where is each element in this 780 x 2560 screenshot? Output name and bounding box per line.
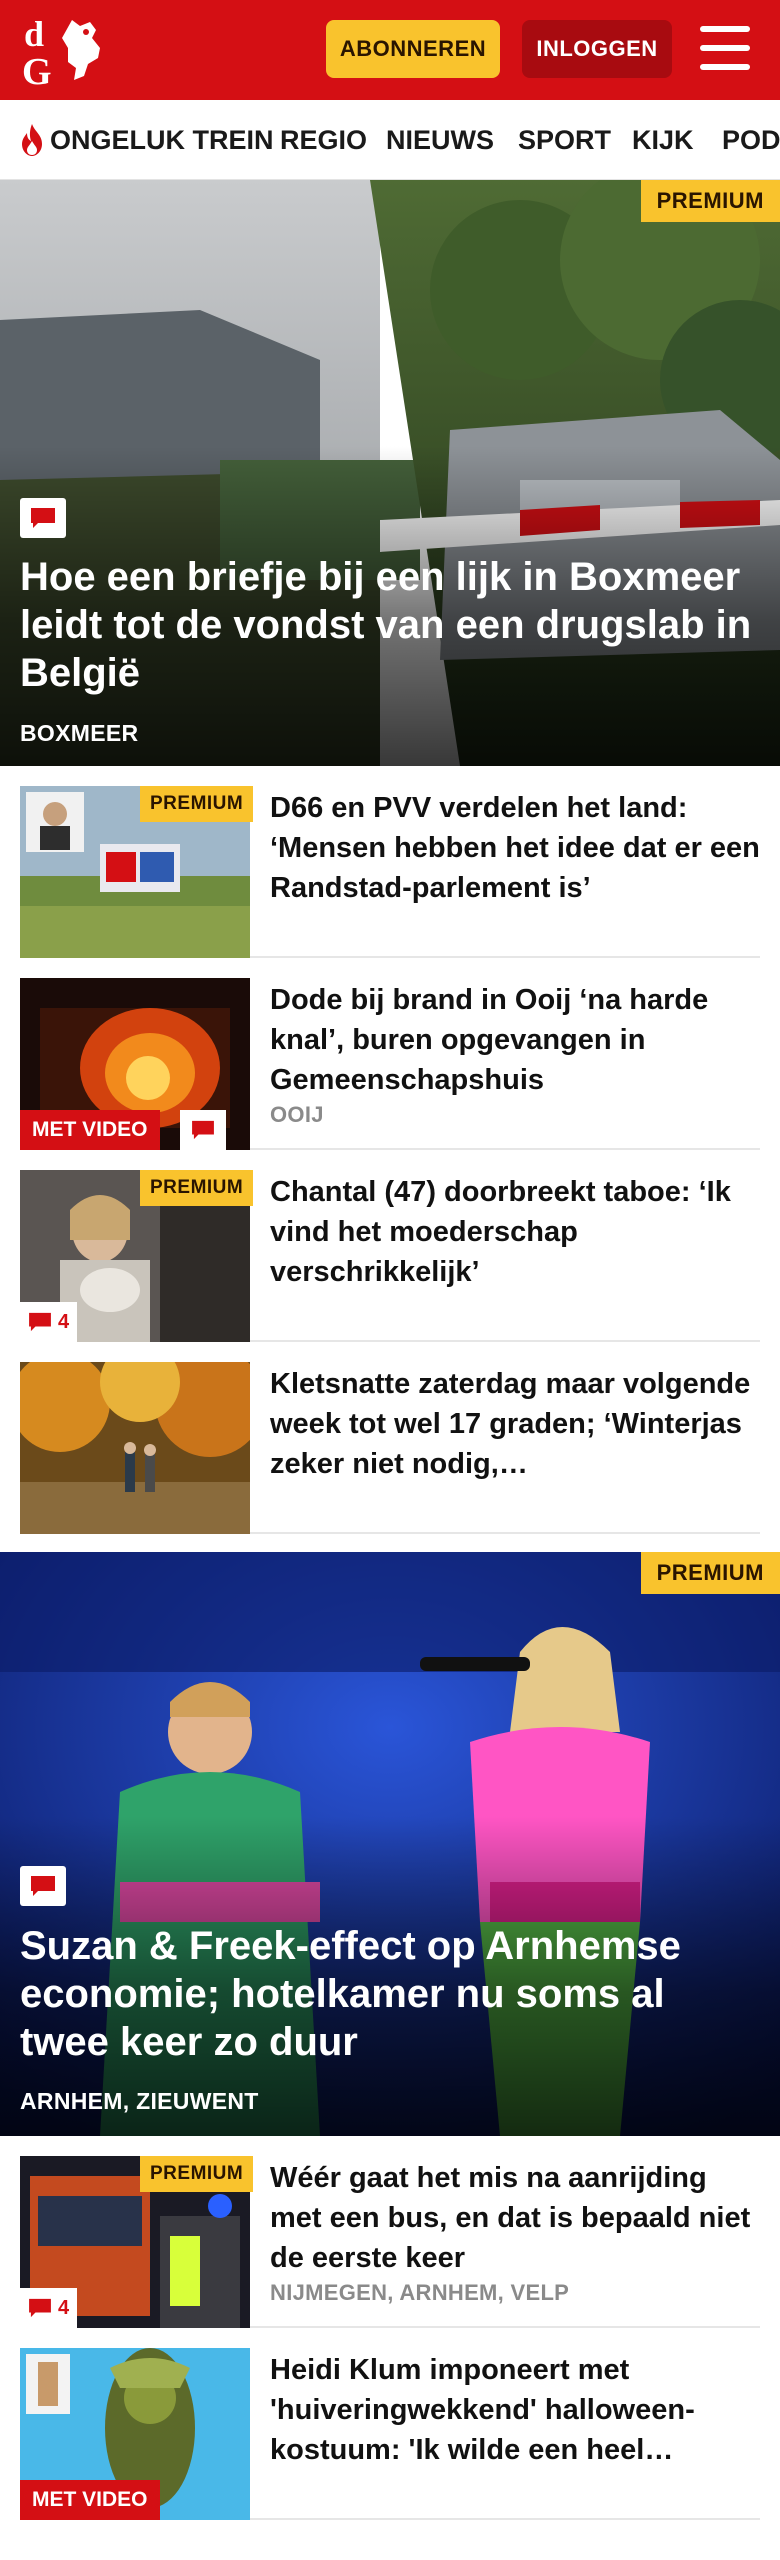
video-badge: MET VIDEO	[20, 2480, 160, 2520]
list-item[interactable]: Kletsnatte zaterdag maar volgende week t…	[20, 1342, 760, 1534]
section-nav: ONGELUK TREIN REGIO NIEUWS SPORT KIJK PO…	[0, 100, 780, 180]
comment-count-value: 4	[58, 2296, 70, 2319]
nav-item-regio[interactable]: REGIO	[280, 100, 367, 179]
comment-count: 4	[20, 1302, 78, 1342]
comment-icon	[180, 1110, 226, 1150]
nav-item-nieuws[interactable]: NIEUWS	[386, 100, 494, 179]
flame-icon	[22, 124, 42, 156]
hero-title[interactable]: Hoe een briefje bij een lijk in Boxmeer …	[20, 553, 756, 697]
premium-badge: PREMIUM	[140, 786, 254, 822]
premium-badge: PREMIUM	[140, 2156, 254, 2192]
article-location: OOIJ	[270, 1102, 324, 1127]
article-title[interactable]: Kletsnatte zaterdag maar volgende week t…	[270, 1364, 760, 1484]
menu-icon[interactable]	[700, 24, 752, 72]
comment-icon	[29, 1312, 51, 1332]
site-header: d G ABONNEREN INLOGGEN	[0, 0, 780, 100]
premium-badge: PREMIUM	[640, 180, 780, 222]
svg-text:G: G	[22, 51, 52, 88]
hero-article[interactable]: PREMIUM Hoe een briefje bij een lijk in …	[0, 180, 780, 766]
comment-icon	[29, 2298, 51, 2318]
nav-item-pod[interactable]: POD	[722, 100, 780, 179]
nav-item-kijk[interactable]: KIJK	[632, 100, 694, 179]
comment-count-value: 4	[58, 1310, 70, 1333]
article-title[interactable]: Dode bij brand in Ooij ‘na harde knal’, …	[270, 980, 760, 1100]
article-title[interactable]: Chantal (47) doorbreekt taboe: ‘Ik vind …	[270, 1172, 760, 1292]
subscribe-button[interactable]: ABONNEREN	[326, 20, 500, 78]
premium-badge: PREMIUM	[640, 1552, 780, 1594]
article-title[interactable]: Heidi Klum imponeert met 'huiveringwekke…	[270, 2350, 760, 2470]
list-item[interactable]: MET VIDEO Dode bij brand in Ooij ‘na har…	[20, 958, 760, 1150]
hero-article[interactable]: PREMIUM Suzan & Freek-effect op Arnhemse…	[0, 1552, 780, 2136]
article-location: NIJMEGEN, ARNHEM, VELP	[270, 2280, 570, 2305]
article-title[interactable]: D66 en PVV verdelen het land: ‘Mensen he…	[270, 788, 760, 908]
premium-badge: PREMIUM	[140, 1170, 254, 1206]
comment-icon	[20, 1866, 66, 1906]
hero-location: ARNHEM, ZIEUWENT	[20, 2088, 259, 2114]
dg-logo[interactable]: d G	[20, 12, 116, 88]
list-item[interactable]: PREMIUM 4 Chantal (47) doorbreekt taboe:…	[20, 1150, 760, 1342]
nav-item-sport[interactable]: SPORT	[518, 100, 611, 179]
article-title[interactable]: Wéér gaat het mis na aanrijding met een …	[270, 2158, 760, 2278]
comment-icon	[20, 498, 66, 538]
nav-item-trending[interactable]: ONGELUK TREIN	[18, 100, 274, 179]
hero-title[interactable]: Suzan & Freek-effect op Arnhemse economi…	[20, 1922, 756, 2066]
list-item[interactable]: PREMIUM D66 en PVV verdelen het land: ‘M…	[20, 766, 760, 958]
comment-count: 4	[20, 2288, 78, 2328]
list-item[interactable]: MET VIDEO Heidi Klum imponeert met 'huiv…	[20, 2328, 760, 2520]
video-badge: MET VIDEO	[20, 1110, 160, 1150]
svg-text:d: d	[24, 14, 44, 54]
hero-location: BOXMEER	[20, 720, 139, 746]
article-thumbnail	[20, 1362, 250, 1534]
login-button[interactable]: INLOGGEN	[522, 20, 672, 78]
list-item[interactable]: PREMIUM 4 Wéér gaat het mis na aanrijdin…	[20, 2136, 760, 2328]
nav-item-label: ONGELUK TREIN	[50, 124, 274, 155]
